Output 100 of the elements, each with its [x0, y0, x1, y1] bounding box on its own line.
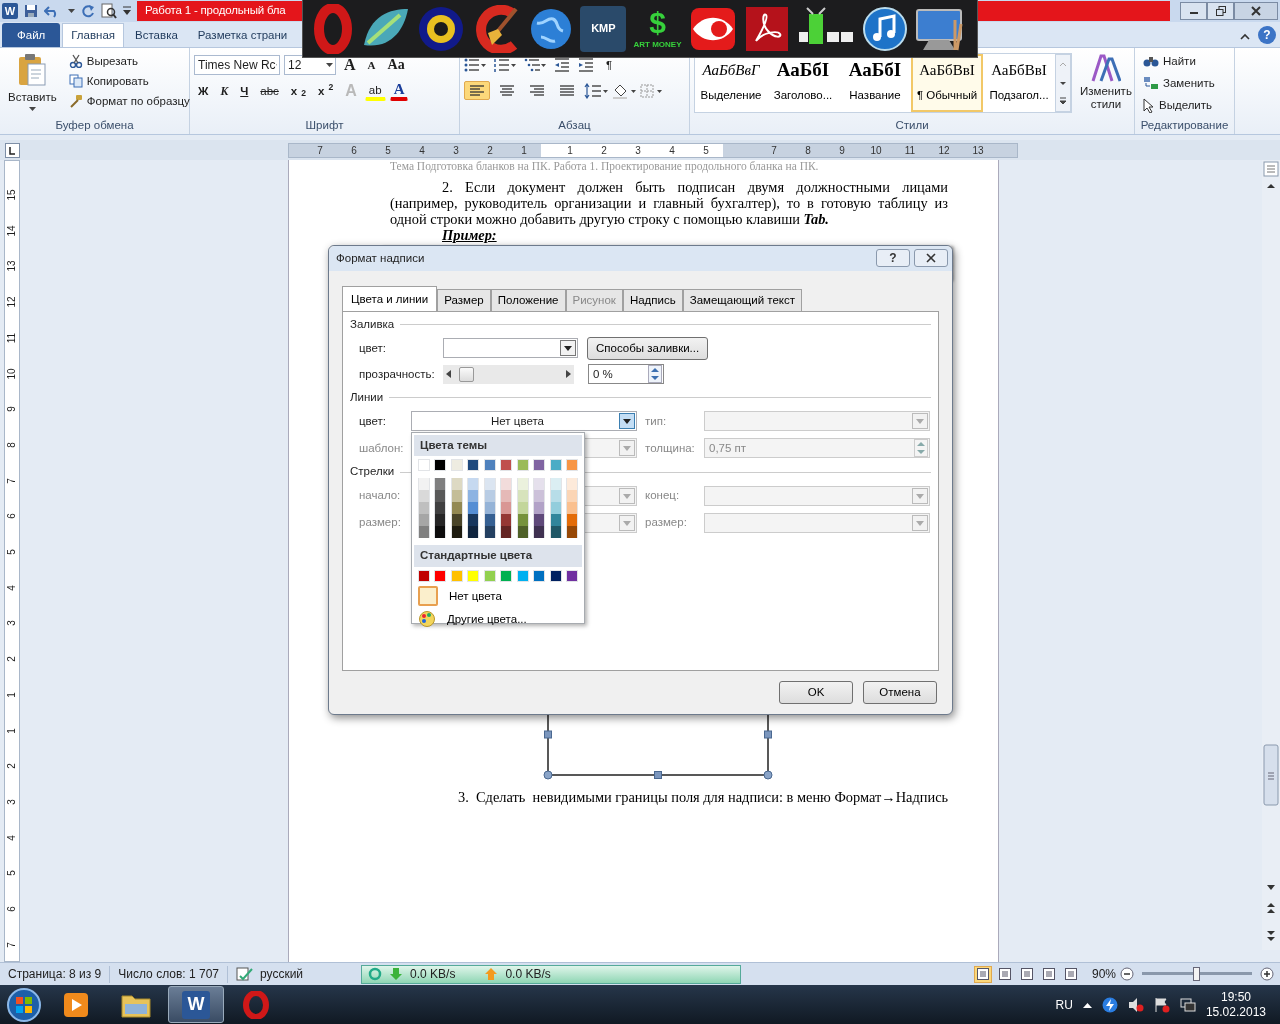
format-button[interactable]: К — [216, 81, 233, 101]
numbering-icon[interactable] — [494, 58, 516, 72]
color-swatch[interactable] — [467, 478, 480, 491]
close-button[interactable] — [1234, 2, 1278, 20]
close-button[interactable] — [914, 249, 948, 268]
minimize-button[interactable] — [1180, 2, 1207, 20]
maximize-button[interactable] — [1207, 2, 1234, 20]
color-swatch[interactable] — [565, 514, 578, 527]
no-color-option[interactable]: Нет цвета — [446, 584, 505, 608]
color-swatch[interactable] — [549, 478, 562, 491]
color-swatch[interactable] — [434, 514, 447, 527]
format-button[interactable]: A — [389, 81, 409, 101]
color-swatch[interactable] — [500, 490, 513, 503]
kmp-launcher[interactable]: KMP — [580, 5, 627, 52]
app-logo[interactable]: W — [2, 3, 18, 19]
color-swatch[interactable] — [418, 502, 430, 515]
color-swatch[interactable] — [483, 514, 496, 527]
format-button[interactable]: x$^{2}$ — [314, 81, 338, 101]
format-button[interactable]: ab — [364, 81, 386, 101]
line-spacing-icon[interactable] — [584, 82, 608, 99]
print-preview-icon[interactable] — [101, 3, 117, 19]
color-swatch[interactable] — [533, 478, 546, 491]
color-swatch[interactable] — [533, 526, 546, 539]
help-button[interactable]: ? — [1258, 26, 1276, 44]
ribbon-tab[interactable]: Разметка страни — [188, 23, 297, 47]
color-swatch[interactable] — [418, 478, 430, 491]
save-icon[interactable] — [24, 4, 38, 18]
slider-thumb[interactable] — [1193, 967, 1200, 981]
file-tab[interactable]: Файл — [2, 23, 61, 47]
font-button[interactable]: A — [340, 55, 360, 75]
redo-icon[interactable] — [81, 4, 95, 18]
collapse-ribbon-icon[interactable] — [1240, 33, 1250, 40]
color-swatch[interactable] — [483, 526, 496, 539]
color-swatch[interactable] — [483, 502, 496, 515]
color-swatch[interactable] — [450, 459, 463, 472]
show-formatting-button[interactable]: ¶ — [602, 55, 617, 75]
decrease-indent-icon[interactable] — [554, 58, 570, 72]
color-swatch[interactable] — [467, 459, 480, 472]
ribbon-tab[interactable]: Вставка — [126, 23, 187, 47]
color-swatch[interactable] — [533, 514, 546, 527]
ok-button[interactable]: OK — [779, 680, 853, 704]
style-option[interactable]: АаБбВвГ Выделение — [695, 54, 767, 112]
format-button[interactable]: Ч — [236, 81, 253, 101]
color-swatch[interactable] — [500, 478, 513, 491]
color-swatch[interactable] — [565, 490, 578, 503]
color-swatch[interactable] — [434, 526, 447, 539]
color-swatch[interactable] — [516, 478, 529, 491]
format-button[interactable]: abc — [256, 81, 283, 101]
start-orb-icon[interactable] — [4, 986, 44, 1023]
transparency-slider[interactable] — [443, 364, 574, 384]
dialog-tab[interactable]: Замещающий текст — [682, 288, 803, 311]
align-button[interactable] — [464, 81, 490, 100]
color-swatch[interactable] — [533, 490, 546, 503]
no-color-swatch[interactable] — [418, 586, 438, 607]
font-name-field[interactable]: Times New Rc — [194, 55, 280, 75]
color-swatch[interactable] — [450, 490, 463, 503]
color-swatch[interactable] — [549, 502, 562, 515]
style-option[interactable]: АаБбВвI Подзагол... — [983, 54, 1055, 112]
tab-selector-icon[interactable] — [5, 142, 20, 158]
eye-icon[interactable] — [416, 4, 465, 53]
color-swatch[interactable] — [549, 514, 562, 527]
more-colors-option[interactable]: Другие цвета... — [444, 607, 530, 631]
eye-icon[interactable] — [688, 5, 737, 52]
transparency-field[interactable]: 0 % — [588, 364, 664, 385]
color-swatch[interactable] — [500, 459, 513, 472]
flag-icon[interactable] — [1153, 996, 1170, 1013]
color-swatch[interactable] — [418, 459, 430, 472]
format-button[interactable]: x$_{2}$ — [286, 81, 311, 101]
color-swatch[interactable] — [565, 478, 578, 491]
color-swatch[interactable] — [418, 514, 430, 527]
document-icon[interactable] — [743, 4, 790, 53]
ring-icon[interactable] — [312, 3, 353, 54]
color-swatch[interactable] — [450, 502, 463, 515]
color-swatch[interactable] — [565, 459, 578, 472]
color-swatch[interactable] — [533, 569, 546, 582]
color-swatch[interactable] — [516, 459, 529, 472]
color-swatch[interactable] — [565, 502, 578, 515]
color-swatch[interactable] — [500, 502, 513, 515]
editing-button[interactable]: Заменить — [1139, 73, 1230, 93]
color-swatch[interactable] — [467, 569, 480, 582]
color-swatch[interactable] — [516, 514, 529, 527]
music-note-icon[interactable] — [862, 5, 909, 52]
color-swatch[interactable] — [533, 502, 546, 515]
globe-icon[interactable] — [529, 6, 574, 51]
color-swatch[interactable] — [549, 459, 562, 472]
network-icon[interactable] — [1179, 996, 1196, 1013]
zoom-out-icon[interactable] — [1120, 967, 1134, 981]
paint-bucket-icon[interactable] — [612, 82, 636, 99]
paste-button[interactable]: Вставить — [4, 51, 61, 117]
ribbon-tab[interactable]: Главная — [62, 23, 125, 47]
color-swatch[interactable] — [483, 459, 496, 472]
font-button[interactable]: A — [363, 55, 380, 75]
color-swatch[interactable] — [467, 502, 480, 515]
color-swatch[interactable] — [500, 514, 513, 527]
editing-button[interactable]: Выделить — [1139, 95, 1230, 115]
change-styles-button[interactable]: Изменить стили — [1076, 51, 1136, 117]
bullets-icon[interactable] — [464, 58, 486, 72]
style-option[interactable]: АаБбВвI ¶ Обычный — [911, 54, 983, 112]
fill-effects-button[interactable]: Способы заливки... — [587, 336, 709, 360]
color-swatch[interactable] — [549, 490, 562, 503]
